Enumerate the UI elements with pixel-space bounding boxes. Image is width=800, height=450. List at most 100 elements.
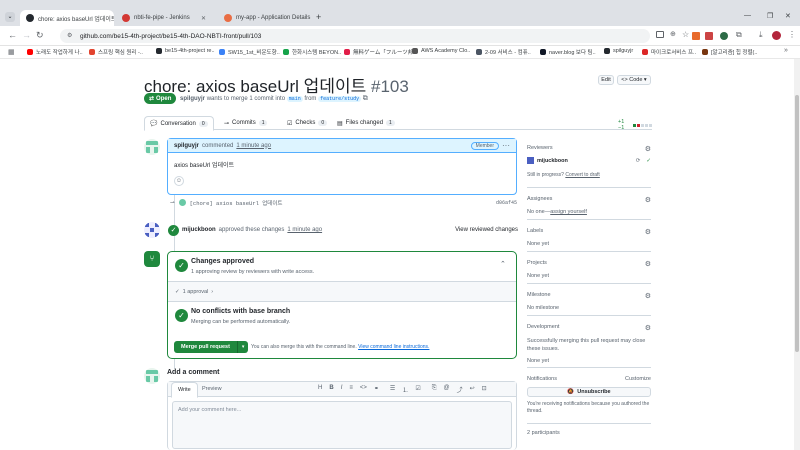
tab-search-button[interactable]: ⌄ [5, 12, 15, 22]
gear-icon[interactable]: ⚙ [645, 228, 651, 236]
url-input[interactable]: ⚙ github.com/be15-4th-project/be15-4th-D… [60, 29, 650, 43]
code-icon[interactable]: <> [360, 385, 367, 394]
bookmark-item[interactable]: SW15_1st_비운도향.. [219, 48, 280, 56]
gear-icon[interactable]: ⚙ [645, 260, 651, 268]
task-list-icon[interactable]: ☑ [415, 385, 420, 394]
assign-yourself-link[interactable]: assign yourself [550, 209, 587, 215]
bookmark-item[interactable]: AWS Academy Clo.. [412, 48, 470, 54]
base-branch[interactable]: main [286, 96, 303, 102]
reviewer-name[interactable]: mijuckboon [537, 158, 568, 164]
saved-replies-icon[interactable]: ↩ [470, 385, 475, 394]
bookmark-item[interactable]: 스프링 핵심 원리 -.. [89, 48, 143, 56]
reviewer-avatar[interactable] [144, 222, 160, 238]
re-request-icon[interactable]: ⟳ [636, 158, 641, 164]
italic-icon[interactable]: I [341, 385, 343, 394]
more-bookmarks-icon[interactable]: » [784, 47, 788, 54]
attach-icon[interactable]: ⎘ [432, 385, 437, 394]
download-icon[interactable]: ⤓ [759, 30, 763, 40]
profile-avatar[interactable] [772, 31, 781, 40]
reference-icon[interactable]: ⤴ [457, 385, 463, 394]
gear-icon[interactable]: ⚙ [645, 145, 651, 153]
gear-icon[interactable]: ⚙ [645, 196, 651, 204]
new-tab-button[interactable]: + [316, 12, 321, 22]
comment-time[interactable]: 1 minute ago [236, 143, 271, 149]
tab-commits[interactable]: ⊸ Commits 1 [219, 116, 272, 130]
close-icon[interactable]: ✕ [201, 15, 206, 22]
merge-pull-request-button[interactable]: Merge pull request [174, 341, 237, 353]
gear-icon[interactable]: ⚙ [645, 324, 651, 332]
view-reviewed-changes-button[interactable]: View reviewed changes [455, 227, 518, 233]
edit-button[interactable]: Edit [598, 75, 614, 85]
review-time[interactable]: 1 minute ago [287, 227, 322, 233]
add-reaction-icon[interactable]: ☺ [174, 176, 184, 186]
customize-link[interactable]: Customize [625, 376, 651, 382]
extensions-puzzle-icon[interactable]: ⧉ [736, 30, 742, 40]
scrollbar-thumb[interactable] [795, 95, 799, 352]
head-branch[interactable]: feature/study [318, 96, 362, 102]
browser-tab-argo[interactable]: my-app - Application Details ✕ [218, 10, 314, 26]
comment-author[interactable]: spilguyjr [174, 143, 199, 149]
more-options-icon[interactable]: ··· [502, 141, 510, 150]
window-close-button[interactable]: ✕ [785, 12, 791, 20]
cast-icon[interactable] [656, 31, 664, 38]
bookmark-item[interactable]: spilguyjr [604, 48, 633, 54]
projects-header[interactable]: Projects ⚙ [527, 260, 651, 268]
approval-toggle-row[interactable]: ✓ 1 approval › [168, 282, 516, 302]
bold-icon[interactable]: B [329, 385, 333, 394]
bookmark-item[interactable]: naver.blog 보다 팀.. [540, 48, 596, 56]
tab-checks[interactable]: ☑ Checks 0 [282, 116, 332, 130]
translate-icon[interactable]: ⊕ [670, 30, 676, 38]
merge-options-dropdown[interactable]: ▾ [236, 341, 249, 353]
link-icon[interactable]: ⚭ [374, 385, 379, 394]
avatar[interactable] [144, 368, 160, 384]
tab-conversation[interactable]: 💬 Conversation 0 [144, 116, 214, 131]
quote-icon[interactable]: ≡ [349, 385, 353, 394]
bookmark-item[interactable]: 2-09 서비스 - 컴퓨.. [476, 48, 531, 56]
assignees-header[interactable]: Assignees ⚙ [527, 196, 651, 204]
bookmark-item[interactable]: 한화시스템 BEYON.. [283, 48, 341, 56]
minimize-button[interactable]: — [744, 12, 751, 19]
maximize-button[interactable]: ❐ [767, 12, 773, 20]
labels-header[interactable]: Labels ⚙ [527, 228, 651, 236]
site-info-icon[interactable]: ⚙ [67, 32, 72, 39]
bookmark-item[interactable]: 無料ゲーム「フルーツ邦.. [344, 48, 416, 56]
unsubscribe-button[interactable]: 🔕 Unsubscribe [527, 387, 651, 397]
code-button[interactable]: <> Code ▾ [617, 75, 651, 85]
comment-textarea[interactable]: Add your comment here... [172, 401, 512, 449]
convert-to-draft-link[interactable]: Convert to draft [565, 172, 599, 178]
back-icon[interactable]: ← [8, 30, 17, 40]
browser-tab-jenkins[interactable]: nbti-fe-pipe - Jenkins ✕ [116, 10, 212, 26]
copy-icon[interactable]: ⧉ [363, 95, 368, 102]
browser-menu-icon[interactable]: ⋮ [788, 30, 796, 39]
commit-message[interactable]: [chore] axios baseUrl 업데이트 [190, 199, 283, 207]
forward-icon[interactable]: → [22, 30, 31, 40]
pr-author-link[interactable]: spilguyjr [180, 96, 205, 102]
extension-icon-1[interactable] [692, 32, 700, 40]
browser-tab-github[interactable]: chore: axios baseUrl 업데이트 ✕ [20, 10, 114, 26]
slash-commands-icon[interactable]: ⊡ [482, 385, 487, 394]
unordered-list-icon[interactable]: ☰ [390, 385, 395, 394]
reviewer-avatar[interactable] [527, 157, 534, 164]
gear-icon[interactable]: ⚙ [645, 292, 651, 300]
bookmark-item[interactable]: 마이크로서비스 프.. [642, 48, 696, 56]
avatar[interactable] [144, 139, 160, 155]
reviewer-name[interactable]: mijuckboon [182, 227, 216, 233]
heading-icon[interactable]: H [318, 385, 322, 394]
bookmark-item[interactable]: be15-4th-project re.. [156, 48, 215, 54]
tab-preview[interactable]: Preview [202, 386, 222, 392]
ordered-list-icon[interactable]: ⒈ [402, 385, 408, 394]
reviewers-header[interactable]: Reviewers ⚙ [527, 145, 651, 153]
extension-icon-2[interactable] [705, 32, 713, 40]
bookmark-star-icon[interactable]: ☆ [682, 30, 689, 39]
mention-icon[interactable]: @ [444, 385, 450, 394]
cli-instructions-link[interactable]: View command line instructions. [358, 344, 429, 350]
reload-icon[interactable]: ↻ [36, 30, 44, 41]
bookmark-item[interactable]: [알고리즘] 힙 정렬(.. [702, 48, 757, 56]
extension-icon-3[interactable] [720, 32, 728, 40]
collapse-icon[interactable]: ⌃ [500, 260, 506, 268]
commit-sha[interactable]: d06af45 [496, 200, 517, 206]
milestone-header[interactable]: Milestone ⚙ [527, 292, 651, 300]
apps-grid-icon[interactable]: ▦ [8, 48, 15, 56]
development-header[interactable]: Development ⚙ [527, 324, 651, 332]
tab-files-changed[interactable]: ▤ Files changed 1 [332, 116, 400, 130]
